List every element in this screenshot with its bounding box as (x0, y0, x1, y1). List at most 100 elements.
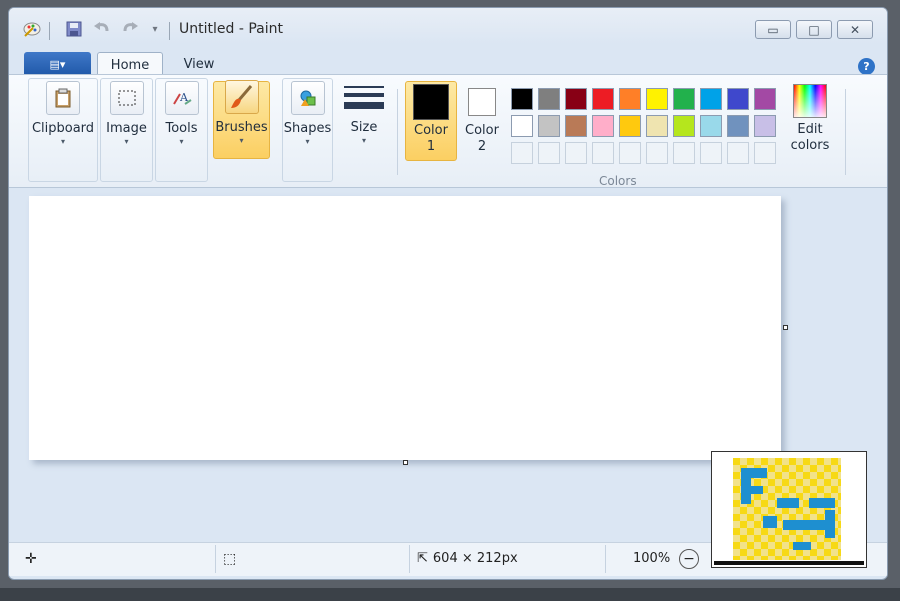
dimensions-icon: ⇱ (417, 551, 428, 566)
status-separator (215, 545, 216, 573)
chevron-down-icon: ▾ (305, 137, 310, 146)
customize-dropdown-icon[interactable]: ▾ (146, 20, 164, 38)
image-dimensions: ⇱ 604 × 212px (417, 551, 518, 566)
resize-handle-right[interactable] (783, 325, 788, 330)
palette-swatch[interactable] (673, 115, 695, 137)
zoom-level: 100% (633, 551, 671, 566)
tools-label: Tools (165, 121, 198, 136)
color2-label-line1: Color (465, 123, 499, 138)
palette-custom-slot[interactable] (565, 142, 587, 164)
undo-icon[interactable] (93, 20, 111, 38)
image-group: Image ▾ (100, 78, 153, 182)
palette-custom-slot[interactable] (700, 142, 722, 164)
image-button[interactable]: Image ▾ (101, 81, 152, 146)
palette-swatch[interactable] (538, 88, 560, 110)
color1-label-line2: 1 (426, 139, 436, 154)
help-icon[interactable]: ? (858, 58, 875, 75)
palette-swatch[interactable] (700, 115, 722, 137)
palette-swatch[interactable] (727, 115, 749, 137)
redo-icon[interactable] (121, 20, 139, 38)
brushes-button[interactable]: Brushes ▾ (213, 80, 270, 145)
palette-custom-slot[interactable] (673, 142, 695, 164)
thumbnail-progress-strip (714, 561, 864, 565)
file-menu-icon: ▤▾ (49, 57, 66, 71)
color2-label-line2: 2 (477, 139, 487, 154)
edit-colors-label-line1: Edit (797, 122, 823, 137)
clipboard-button[interactable]: Clipboard ▾ (29, 81, 97, 146)
minimize-button[interactable]: ▭ (755, 20, 791, 39)
paint-app-icon[interactable] (23, 20, 41, 38)
drawing-canvas[interactable] (29, 196, 781, 460)
chevron-down-icon: ▾ (239, 136, 244, 145)
palette-swatch[interactable] (592, 88, 614, 110)
maximize-button[interactable]: □ (796, 20, 832, 39)
shapes-label: Shapes (283, 121, 332, 136)
window-title: Untitled - Paint (179, 21, 283, 37)
palette-custom-slot[interactable] (619, 142, 641, 164)
close-button[interactable]: ✕ (837, 20, 873, 39)
line-size-icon (344, 80, 384, 114)
color2-button[interactable]: Color 2 (457, 84, 507, 155)
color2-swatch-frame (464, 84, 500, 120)
palette-swatch[interactable] (646, 115, 668, 137)
palette-swatch[interactable] (754, 88, 776, 110)
chevron-down-icon: ▾ (361, 136, 366, 145)
resize-handle-bottom[interactable] (403, 460, 408, 465)
brush-icon (224, 80, 259, 114)
shapes-icon (290, 81, 325, 115)
taskbar-thumbnail-preview[interactable] (711, 451, 867, 568)
cursor-position-icon: ✛ (25, 551, 37, 567)
save-icon[interactable] (65, 20, 83, 38)
palette-swatch[interactable] (565, 88, 587, 110)
shapes-button[interactable]: Shapes ▾ (283, 81, 332, 146)
color2-swatch (468, 88, 496, 116)
palette-swatch[interactable] (511, 88, 533, 110)
minimize-icon: ▭ (767, 22, 779, 37)
palette-swatch[interactable] (673, 88, 695, 110)
ribbon-tabs: ▤▾ Home View ? (9, 44, 887, 77)
size-button[interactable]: Size ▾ (339, 80, 389, 145)
palette-swatch[interactable] (511, 115, 533, 137)
palette-custom-slot[interactable] (592, 142, 614, 164)
clipboard-label: Clipboard (31, 121, 95, 136)
palette-custom-slot[interactable] (754, 142, 776, 164)
clipboard-icon (46, 81, 80, 115)
size-label: Size (350, 120, 378, 135)
edit-colors-label: Edit colors (791, 122, 830, 154)
palette-swatch[interactable] (592, 115, 614, 137)
chevron-down-icon: ▾ (179, 137, 184, 146)
taskbar-strip (0, 588, 900, 601)
palette-custom-slot[interactable] (727, 142, 749, 164)
palette-swatch[interactable] (646, 88, 668, 110)
tools-icon: A (164, 81, 199, 115)
palette-swatch[interactable] (727, 88, 749, 110)
color1-swatch (413, 84, 449, 120)
edit-colors-button[interactable]: Edit colors (785, 84, 835, 154)
selection-size-icon: ⬚ (223, 551, 237, 567)
palette-custom-slot[interactable] (511, 142, 533, 164)
palette-swatch[interactable] (538, 115, 560, 137)
status-separator (409, 545, 410, 573)
file-menu-button[interactable]: ▤▾ (24, 52, 91, 76)
maximize-icon: □ (808, 22, 820, 37)
palette-swatch[interactable] (754, 115, 776, 137)
dimensions-text: 604 × 212px (432, 551, 518, 566)
tools-group: A Tools ▾ (155, 78, 208, 182)
color1-label: Color 1 (414, 123, 448, 155)
zoom-out-button[interactable]: − (679, 549, 699, 569)
title-bar: ▾ Untitled - Paint ▭ □ ✕ (9, 8, 887, 44)
palette-swatch[interactable] (700, 88, 722, 110)
color1-button[interactable]: Color 1 (405, 84, 457, 155)
tools-button[interactable]: A Tools ▾ (156, 81, 207, 146)
palette-swatch[interactable] (619, 115, 641, 137)
edit-colors-icon (793, 84, 827, 118)
close-icon: ✕ (849, 22, 861, 37)
palette-swatch[interactable] (565, 115, 587, 137)
palette-swatch[interactable] (619, 88, 641, 110)
quick-access-separator (169, 22, 170, 40)
palette-custom-slot[interactable] (646, 142, 668, 164)
colors-group-caption: Colors (599, 174, 637, 188)
chevron-down-icon: ▾ (60, 137, 65, 146)
palette-custom-slot[interactable] (538, 142, 560, 164)
quick-access-separator (49, 22, 50, 40)
